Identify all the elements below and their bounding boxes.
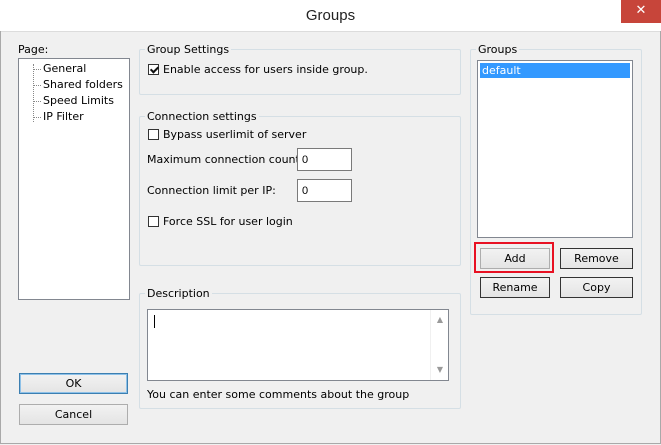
bypass-userlimit-checkbox[interactable] <box>148 129 159 140</box>
tree-connector <box>33 101 41 102</box>
description-textarea[interactable]: ▲ ▼ <box>147 309 449 381</box>
text-caret <box>154 315 155 328</box>
tree-item-label: IP Filter <box>43 110 84 123</box>
max-connection-label: Maximum connection count: <box>147 153 304 166</box>
page-label: Page: <box>18 43 49 56</box>
description-scrollbar[interactable]: ▲ ▼ <box>430 310 448 380</box>
remove-button[interactable]: Remove <box>560 248 633 269</box>
force-ssl-checkbox[interactable] <box>148 216 159 227</box>
force-ssl-label[interactable]: Force SSL for user login <box>163 215 293 228</box>
connection-settings-legend: Connection settings <box>145 110 259 123</box>
ok-button[interactable]: OK <box>19 373 128 394</box>
tree-item-shared-folders[interactable]: Shared folders <box>19 77 127 93</box>
tree-item-label: General <box>43 62 87 75</box>
tree-connector <box>33 69 41 70</box>
groups-legend: Groups <box>476 43 520 56</box>
rename-button[interactable]: Rename <box>480 277 550 298</box>
description-legend: Description <box>145 287 212 300</box>
page-tree[interactable]: General Shared folders Speed Limits IP F… <box>18 58 130 300</box>
add-button[interactable]: Add <box>480 248 550 269</box>
group-list-item-label: default <box>482 64 521 77</box>
cancel-button[interactable]: Cancel <box>19 404 128 425</box>
groups-list[interactable]: default <box>477 60 633 238</box>
close-icon: ✕ <box>635 3 647 18</box>
scroll-down-icon[interactable]: ▼ <box>434 365 446 374</box>
limit-per-ip-label: Connection limit per IP: <box>147 184 276 197</box>
scroll-up-icon[interactable]: ▲ <box>434 315 446 324</box>
group-list-item[interactable]: default <box>480 63 630 78</box>
bypass-userlimit-label[interactable]: Bypass userlimit of server <box>163 128 306 141</box>
tree-item-general[interactable]: General <box>19 61 127 77</box>
close-button[interactable]: ✕ <box>621 0 661 23</box>
tree-connector <box>33 85 41 86</box>
group-settings-legend: Group Settings <box>145 43 232 56</box>
tree-item-ip-filter[interactable]: IP Filter <box>19 109 127 125</box>
tree-connector <box>33 117 41 118</box>
window-title: Groups <box>305 7 356 24</box>
tree-item-label: Speed Limits <box>43 94 114 107</box>
tree-item-speed-limits[interactable]: Speed Limits <box>19 93 127 109</box>
description-hint: You can enter some comments about the gr… <box>147 388 410 401</box>
limit-per-ip-input[interactable] <box>297 179 352 202</box>
enable-access-label[interactable]: Enable access for users inside group. <box>163 63 368 76</box>
tree-item-label: Shared folders <box>43 78 123 91</box>
enable-access-checkbox[interactable] <box>148 64 159 75</box>
copy-button[interactable]: Copy <box>560 277 633 298</box>
max-connection-input[interactable] <box>297 148 352 171</box>
